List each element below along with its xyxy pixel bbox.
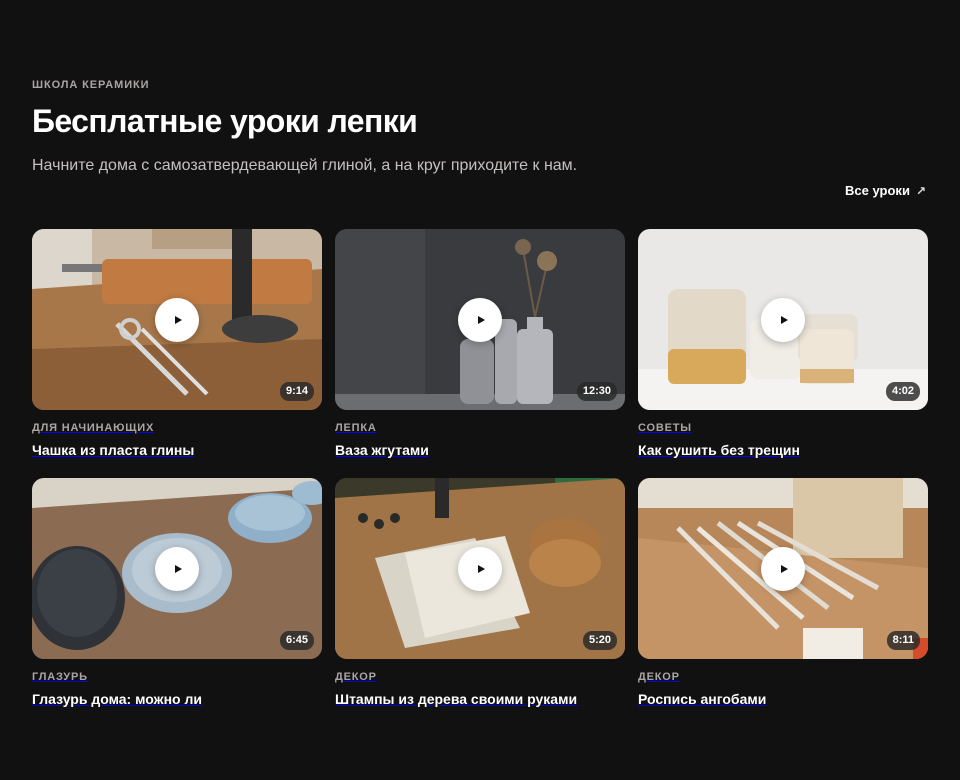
lesson-title[interactable]: Роспись ангобами <box>638 691 928 707</box>
play-button[interactable] <box>155 297 199 342</box>
play-icon <box>477 315 485 324</box>
play-button[interactable] <box>761 546 805 591</box>
lesson-category: ДЛЯ НАЧИНАЮЩИХ <box>32 422 155 434</box>
play-button[interactable] <box>155 546 199 591</box>
play-icon <box>780 315 788 324</box>
page-subtitle: Начните дома с самозатвердевающей глиной… <box>32 157 578 174</box>
lesson-category: ЛЕПКА <box>335 422 377 434</box>
lesson-title[interactable]: Чашка из пласта глины <box>32 442 322 458</box>
play-button[interactable] <box>458 297 502 342</box>
all-lessons-link[interactable]: Все уроки ↗ <box>845 183 926 198</box>
duration-badge: 8:11 <box>886 631 920 650</box>
lesson-category: ДЕКОР <box>335 671 377 683</box>
play-icon <box>174 564 182 573</box>
lesson-card[interactable]: 9:14 ДЛЯ НАЧИНАЮЩИХ Чашка из пласта глин… <box>32 229 322 458</box>
lesson-category: СОВЕТЫ <box>638 422 692 434</box>
page-title: Бесплатные уроки лепки <box>32 103 418 139</box>
lesson-category: ДЕКОР <box>638 671 680 683</box>
lesson-thumbnail[interactable]: 9:14 <box>32 229 322 410</box>
lesson-thumbnail[interactable]: 5:20 <box>335 478 625 659</box>
lesson-thumbnail[interactable]: 6:45 <box>32 478 322 659</box>
lesson-card[interactable]: 12:30 ЛЕПКА Ваза жгутами <box>335 229 625 458</box>
play-button[interactable] <box>761 297 805 342</box>
lesson-title[interactable]: Штампы из дерева своими руками <box>335 691 625 707</box>
lesson-thumbnail[interactable]: 8:11 <box>638 478 928 659</box>
lesson-category: ГЛАЗУРЬ <box>32 671 88 683</box>
lessons-grid: 9:14 ДЛЯ НАЧИНАЮЩИХ Чашка из пласта глин… <box>32 229 928 707</box>
arrow-up-right-icon: ↗ <box>915 183 926 198</box>
lesson-title[interactable]: Как сушить без трещин <box>638 442 928 458</box>
duration-badge: 9:14 <box>279 382 314 401</box>
play-icon <box>174 315 182 324</box>
lesson-thumbnail[interactable]: 4:02 <box>638 229 928 410</box>
lesson-thumbnail[interactable]: 12:30 <box>335 229 625 410</box>
duration-badge: 4:02 <box>885 382 920 401</box>
play-icon <box>780 564 788 573</box>
eyebrow: ШКОЛА КЕРАМИКИ <box>32 79 150 91</box>
play-button[interactable] <box>458 546 502 591</box>
lesson-card[interactable]: 6:45 ГЛАЗУРЬ Глазурь дома: можно ли <box>32 478 322 707</box>
duration-badge: 12:30 <box>576 382 617 401</box>
lesson-title[interactable]: Глазурь дома: можно ли <box>32 691 322 707</box>
duration-badge: 5:20 <box>582 631 617 650</box>
lesson-card[interactable]: 5:20 ДЕКОР Штампы из дерева своими рукам… <box>335 478 625 707</box>
lesson-card[interactable]: 8:11 ДЕКОР Роспись ангобами <box>638 478 928 707</box>
lesson-title[interactable]: Ваза жгутами <box>335 442 625 458</box>
duration-badge: 6:45 <box>279 631 314 650</box>
play-icon <box>477 564 485 573</box>
all-lessons-label: Все уроки <box>845 183 910 198</box>
lesson-card[interactable]: 4:02 СОВЕТЫ Как сушить без трещин <box>638 229 928 458</box>
